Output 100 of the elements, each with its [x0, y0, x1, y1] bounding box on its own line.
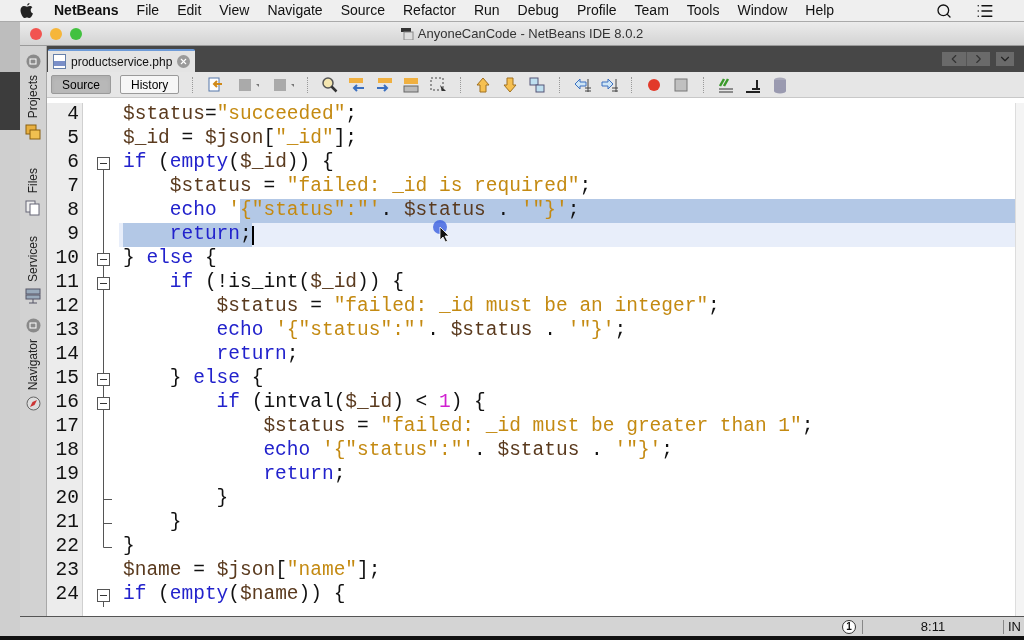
- restore-icon[interactable]: [25, 317, 41, 333]
- fold-toggle[interactable]: [97, 157, 110, 170]
- menu-item[interactable]: Refactor: [403, 0, 456, 21]
- line-number: 17: [55, 415, 79, 439]
- fold-toggle[interactable]: [97, 277, 110, 290]
- code-line: }: [215, 487, 229, 511]
- fold-toggle[interactable]: [97, 373, 110, 386]
- menu-item[interactable]: File: [136, 0, 160, 21]
- menu-item[interactable]: Team: [634, 0, 669, 21]
- line-number: 6: [67, 151, 79, 175]
- line-number: 22: [55, 535, 79, 559]
- editor-tab[interactable]: productservice.php: [48, 49, 196, 72]
- search-icon[interactable]: [936, 2, 952, 19]
- services-icon[interactable]: [25, 287, 41, 304]
- stop-icon[interactable]: [672, 75, 691, 94]
- code-line: echo '{"status":"'. $status . '"}';: [119, 199, 1015, 223]
- insert-mode: IN: [1007, 617, 1022, 636]
- select-icon[interactable]: [429, 75, 448, 94]
- shift-down-icon[interactable]: [501, 75, 520, 94]
- side-tab[interactable]: Projects: [24, 75, 42, 119]
- scroll-tabs-right-button[interactable]: [966, 52, 990, 66]
- zoom-window-button[interactable]: [70, 27, 82, 40]
- line-number: 16: [55, 391, 79, 415]
- code-line: $status = "failed: _id must be greater than 1";: [262, 415, 814, 439]
- code-line: $status = "failed: _id must be an integer";: [215, 295, 720, 319]
- line-number: 14: [55, 343, 79, 367]
- line-number: 9: [67, 223, 79, 247]
- fold-end-mark: [103, 487, 112, 511]
- line-number: 4: [67, 103, 79, 127]
- fold-toggle[interactable]: [97, 397, 110, 410]
- side-tab[interactable]: Navigator: [24, 338, 42, 391]
- menu-item[interactable]: Window: [737, 0, 788, 21]
- line-number: 15: [55, 367, 79, 391]
- line-number: 12: [55, 295, 79, 319]
- code-line: } else {: [122, 247, 217, 271]
- code-line: echo '{"status":"'. $status . '"}';: [215, 319, 627, 343]
- menu-item[interactable]: Run: [473, 0, 500, 21]
- line-number: 8: [67, 199, 79, 223]
- line-number: 18: [55, 439, 79, 463]
- project-icon: [400, 27, 414, 40]
- find-previous-icon[interactable]: [348, 75, 367, 94]
- shapes-icon[interactable]: [528, 75, 547, 94]
- restore-icon[interactable]: [25, 54, 41, 69]
- code-line: if (empty($name)) {: [122, 583, 346, 607]
- tab-label: productservice.php: [71, 53, 173, 71]
- side-tab[interactable]: Services: [24, 235, 42, 282]
- code-line: $status = "failed: _id is required";: [168, 175, 592, 199]
- side-tab[interactable]: Files: [24, 168, 42, 194]
- scrollbar[interactable]: [1015, 103, 1024, 616]
- menu-item[interactable]: Help: [805, 0, 835, 21]
- notification-badge[interactable]: 1: [842, 619, 856, 634]
- tab-list-button[interactable]: [996, 52, 1014, 66]
- view-tab[interactable]: History: [120, 75, 180, 94]
- menu-item[interactable]: View: [219, 0, 250, 21]
- view-tab[interactable]: Source: [51, 75, 112, 94]
- back-to-edit-icon[interactable]: [206, 75, 225, 94]
- code-line: $_id = $json["_id"];: [122, 127, 358, 151]
- line-number: 5: [67, 127, 79, 151]
- line-number: 20: [55, 487, 79, 511]
- line-number: 11: [55, 271, 79, 295]
- menu-item[interactable]: Navigate: [267, 0, 323, 21]
- menu-item[interactable]: Debug: [517, 0, 559, 21]
- find-icon[interactable]: [321, 75, 340, 94]
- fold-toggle[interactable]: [97, 589, 110, 602]
- code-line: echo '{"status":"'. $status . '"}';: [262, 439, 673, 463]
- code-line: }: [168, 511, 182, 535]
- highlight-icon[interactable]: [402, 75, 421, 94]
- close-tab-button[interactable]: [177, 55, 191, 68]
- fold-toggle[interactable]: [97, 253, 110, 266]
- menu-item[interactable]: Edit: [177, 0, 202, 21]
- window-title: AnyoneCanCode - NetBeans IDE 8.0.2: [417, 24, 644, 43]
- line-number: 7: [67, 175, 79, 199]
- files-icon[interactable]: [25, 199, 41, 216]
- php-file-icon: [53, 54, 66, 69]
- caret-position: 8:11: [919, 617, 947, 636]
- line-number: 19: [55, 463, 79, 487]
- code-line: if (empty($_id)) {: [122, 151, 334, 175]
- line-number: 13: [55, 319, 79, 343]
- close-window-button[interactable]: [30, 27, 42, 40]
- line-number: 23: [55, 559, 79, 583]
- menu-item[interactable]: Profile: [576, 0, 617, 21]
- code-line: } else {: [168, 367, 264, 391]
- compass-icon[interactable]: [25, 396, 41, 412]
- folders-icon[interactable]: [25, 124, 41, 141]
- apple-logo[interactable]: [20, 2, 34, 19]
- menu-item[interactable]: Source: [340, 0, 385, 21]
- line-number: 24: [55, 583, 79, 607]
- code-line: if (intval($_id) < 1) {: [215, 391, 486, 415]
- scroll-tabs-left-button[interactable]: [942, 52, 966, 66]
- code-line: return;: [262, 463, 346, 487]
- code-line: }: [122, 535, 135, 559]
- code-line: $status="succeeded";: [122, 103, 358, 127]
- code-line: $name = $json["name"];: [122, 559, 381, 583]
- code-line: if (!is_int($_id)) {: [168, 271, 404, 295]
- line-number: 10: [55, 247, 79, 271]
- line-number: 21: [55, 511, 79, 535]
- app-menu[interactable]: NetBeans: [54, 0, 119, 21]
- shift-up-icon[interactable]: [474, 75, 493, 94]
- menu-item[interactable]: Tools: [686, 0, 720, 21]
- find-next-icon[interactable]: [375, 75, 394, 94]
